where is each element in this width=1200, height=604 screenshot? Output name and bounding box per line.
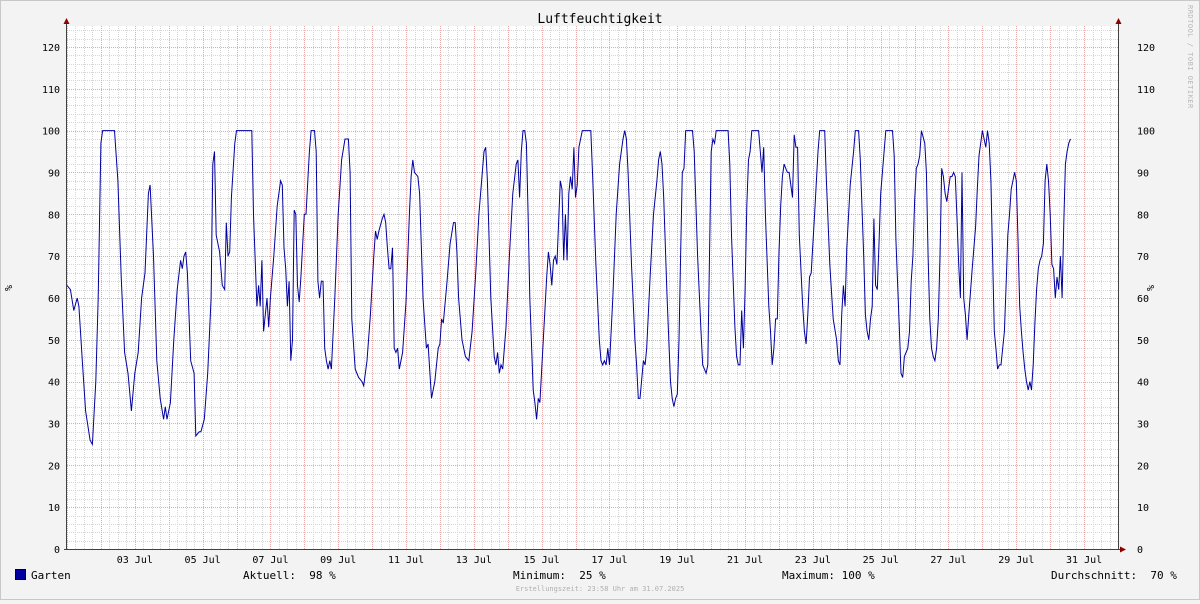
x-tick-label: 11 Jul xyxy=(388,555,424,566)
x-tick-label: 03 Jul xyxy=(117,555,153,566)
legend-avg-value: 70 % xyxy=(1150,569,1177,582)
chart-title: Luftfeuchtigkeit xyxy=(537,12,662,27)
legend-max-label: Maximum: xyxy=(782,569,835,582)
legend-series: Garten xyxy=(15,569,71,582)
y-tick-label-left: 60 xyxy=(48,294,60,305)
y-tick-label-left: 30 xyxy=(48,419,60,430)
x-tick-label: 27 Jul xyxy=(930,555,966,566)
legend-min-value: 25 % xyxy=(579,569,606,582)
y-tick-label-left: 10 xyxy=(48,503,60,514)
chart-root: 0 0 10 10 20 20 30 30 40 40 50 50 60 60 70 70 80 80 90 90 10… xyxy=(0,0,1200,600)
y-axis-label-left: % xyxy=(4,285,15,291)
y-tick-label-right: 10 xyxy=(1137,503,1149,514)
legend-swatch xyxy=(15,569,26,580)
y-tick-label-right: 0 xyxy=(1137,545,1143,556)
y-tick-label-right: 110 xyxy=(1137,85,1155,96)
y-tick-label-right: 100 xyxy=(1137,127,1155,138)
y-tick-label-left: 70 xyxy=(48,252,60,263)
x-tick-label: 31 Jul xyxy=(1066,555,1102,566)
footer-timestamp: Erstellungszeit: 23:58 Uhr am 31.07.2025 xyxy=(515,585,685,593)
x-axis-arrow xyxy=(1120,546,1126,553)
y-tick-label-right: 120 xyxy=(1137,43,1155,54)
y-tick-label-right: 60 xyxy=(1137,294,1149,305)
x-tick-label: 23 Jul xyxy=(795,555,831,566)
y-tick-label-left: 100 xyxy=(42,127,60,138)
chart-svg: 0 0 10 10 20 20 30 30 40 40 50 50 60 60 70 70 80 80 90 90 10… xyxy=(0,0,1200,600)
watermark: RRDTOOL / TOBI OETIKER xyxy=(1186,5,1194,109)
x-tick-label: 19 Jul xyxy=(659,555,695,566)
x-tick-label: 13 Jul xyxy=(456,555,492,566)
legend-current-value: 98 % xyxy=(309,569,336,582)
legend-max-value: 100 % xyxy=(841,569,875,582)
x-tick-label: 17 Jul xyxy=(591,555,627,566)
x-tick-label: 07 Jul xyxy=(252,555,288,566)
x-tick-label: 25 Jul xyxy=(863,555,899,566)
y-tick-label-right: 70 xyxy=(1137,252,1149,263)
x-tick-label: 09 Jul xyxy=(320,555,356,566)
legend-current: Aktuell: 98 % xyxy=(243,569,336,582)
legend-maximum: Maximum: 100 % xyxy=(782,569,875,582)
x-tick-label: 21 Jul xyxy=(727,555,763,566)
y-tick-label-left: 80 xyxy=(48,210,60,221)
y-tick-label-left: 50 xyxy=(48,336,60,347)
y-axis-arrow-right xyxy=(1115,18,1122,24)
y-tick-label-right: 80 xyxy=(1137,210,1149,221)
x-tick-label: 29 Jul xyxy=(998,555,1034,566)
legend-current-label: Aktuell: xyxy=(243,569,296,582)
legend-min-label: Minimum: xyxy=(513,569,566,582)
y-tick-label-left: 110 xyxy=(42,85,60,96)
y-tick-label-left: 40 xyxy=(48,378,60,389)
y-axis-arrow-left xyxy=(63,18,70,24)
x-tick-label: 05 Jul xyxy=(185,555,221,566)
x-tick-label: 15 Jul xyxy=(524,555,560,566)
y-tick-label-right: 40 xyxy=(1137,378,1149,389)
y-tick-label-right: 20 xyxy=(1137,461,1149,472)
y-tick-label-right: 90 xyxy=(1137,168,1149,179)
legend-avg-label: Durchschnitt: xyxy=(1051,569,1138,582)
legend-minimum: Minimum: 25 % xyxy=(513,569,606,582)
y-axis-label-right: % xyxy=(1146,285,1157,291)
legend-average: Durchschnitt: 70 % xyxy=(1051,569,1177,582)
y-tick-label-right: 30 xyxy=(1137,419,1149,430)
legend-series-name: Garten xyxy=(31,569,71,582)
y-tick-label-left: 20 xyxy=(48,461,60,472)
y-tick-label-right: 50 xyxy=(1137,336,1149,347)
y-tick-label-left: 0 xyxy=(54,545,60,556)
y-tick-label-left: 90 xyxy=(48,168,60,179)
y-tick-label-left: 120 xyxy=(42,43,60,54)
